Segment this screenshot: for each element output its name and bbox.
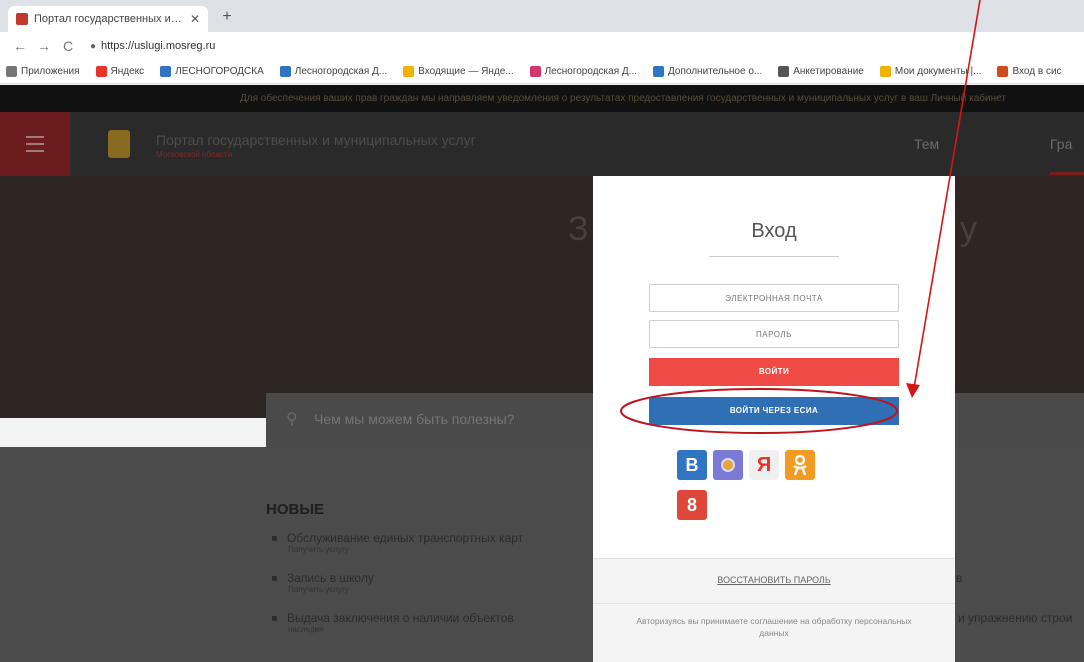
service-fragment: и упражнению строи: [958, 611, 1073, 625]
modal-title: Вход: [751, 220, 797, 242]
bookmark-item[interactable]: Вход в сис: [997, 66, 1062, 77]
bookmark-item[interactable]: Яндекс: [95, 66, 145, 77]
tab-title: Портал государственных и муни: [34, 13, 184, 25]
search-placeholder: Чем мы можем быть полезны?: [314, 411, 515, 427]
notice-banner: Для обеспечения ваших прав граждан мы на…: [0, 85, 1084, 112]
browser-tab[interactable]: Портал государственных и муни ✕: [8, 6, 208, 32]
bookmark-icon: [653, 66, 665, 77]
bookmark-label: Анкетирование: [793, 66, 864, 77]
bookmark-label: Лесногородская Д...: [544, 66, 638, 77]
site-logo[interactable]: [108, 130, 130, 158]
bookmark-label: Яндекс: [110, 66, 145, 77]
bookmark-icon: [997, 66, 1009, 77]
bookmark-icon: [879, 66, 891, 77]
vk-login-icon[interactable]: B: [677, 450, 707, 480]
login-button[interactable]: ВОЙТИ: [649, 358, 899, 386]
bookmark-icon: [279, 66, 291, 77]
nav-link-citizens[interactable]: Гра: [1050, 136, 1072, 152]
service-subtitle: Получить услугу: [288, 585, 349, 594]
menu-button[interactable]: [0, 112, 70, 176]
bookmark-item[interactable]: Лесногородская Д...: [529, 66, 638, 77]
bookmark-item[interactable]: ЛЕСНОГОРОДСКА: [160, 66, 264, 77]
nav-active-indicator: [1050, 172, 1084, 175]
bookmark-label: Вход в сис: [1012, 66, 1062, 77]
email-field[interactable]: [649, 284, 899, 312]
service-fragment: в: [956, 571, 963, 585]
odnoklassniki-login-icon[interactable]: [785, 450, 815, 480]
bookmark-icon: [778, 66, 790, 77]
address-bar[interactable]: ● https://uslugi.mosreg.ru: [90, 40, 215, 52]
agreement-text: Авторизуясь вы принимаете соглашение на …: [636, 616, 912, 638]
mailru-login-icon[interactable]: [713, 450, 743, 480]
esia-login-button[interactable]: ВОЙТИ ЧЕРЕЗ ЕСИА: [649, 397, 899, 425]
forward-arrow-icon[interactable]: →: [34, 38, 54, 54]
bookmark-icon: [160, 66, 172, 77]
bookmark-item[interactable]: Мои документы |...: [879, 66, 982, 77]
service-subtitle: наследия: [288, 625, 324, 634]
list-item[interactable]: Запись в школу Получить услугу: [272, 571, 374, 594]
service-title: Обслуживание единых транспортных карт: [287, 531, 524, 545]
bookmark-icon: [529, 66, 541, 77]
address-bar-url: https://uslugi.mosreg.ru: [101, 40, 216, 52]
hamburger-icon: [26, 136, 44, 138]
hero-heading-right: у: [960, 210, 977, 248]
bullet-icon: [272, 576, 277, 582]
bookmark-item[interactable]: Приложения: [6, 66, 80, 77]
hamburger-icon: [26, 150, 44, 152]
bookmark-label: Входящие — Янде...: [418, 66, 514, 77]
bookmark-label: Лесногородская Д...: [294, 66, 388, 77]
list-item[interactable]: Выдача заключения о наличии объектов нас…: [272, 611, 514, 634]
password-field[interactable]: [649, 320, 899, 348]
bookmarks-bar: Приложения Яндекс ЛЕСНОГОРОДСКА Лесногородс…: [0, 60, 1084, 84]
yandex-login-icon[interactable]: Я: [749, 450, 779, 480]
browser-toolbar: ← → C ● https://uslugi.mosreg.ru: [0, 32, 1084, 60]
bookmark-label: Дополнительное о...: [668, 66, 763, 77]
bookmark-icon: [6, 66, 17, 77]
section-title: НОВЫЕ: [266, 501, 325, 518]
login-modal: Вход ВОЙТИ ВОЙТИ ЧЕРЕЗ ЕСИА B Я 8 ВОССТА…: [593, 176, 955, 662]
search-icon: ⚲: [286, 411, 298, 428]
lock-icon: ●: [90, 40, 97, 52]
service-title: Выдача заключения о наличии объектов: [287, 611, 514, 625]
bookmark-icon: [95, 66, 107, 77]
bookmark-item[interactable]: Входящие — Янде...: [403, 66, 514, 77]
bookmark-item[interactable]: Дополнительное о...: [653, 66, 762, 77]
browser-tab-strip: Портал государственных и муни ✕ +: [0, 0, 1084, 32]
bullet-icon: [272, 536, 277, 542]
bullet-icon: [272, 616, 277, 622]
tab-close-icon[interactable]: ✕: [190, 12, 200, 26]
modal-footer: ВОССТАНОВИТЬ ПАРОЛЬ Авторизуясь вы прини…: [593, 558, 955, 662]
bookmark-item[interactable]: Анкетирование: [778, 66, 864, 77]
service-title: Запись в школу: [287, 571, 374, 585]
hero-heading-left: З: [568, 210, 589, 248]
bookmark-label: ЛЕСНОГОРОДСКА: [175, 66, 264, 77]
divider: [709, 256, 839, 257]
bookmark-item[interactable]: Лесногородская Д...: [279, 66, 388, 77]
site-subtitle: Московской области: [156, 150, 233, 159]
restore-password-link[interactable]: ВОССТАНОВИТЬ ПАРОЛЬ: [593, 575, 955, 585]
new-tab-button[interactable]: +: [216, 6, 238, 28]
hamburger-icon: [26, 143, 44, 145]
list-item[interactable]: Обслуживание единых транспортных карт По…: [272, 531, 523, 554]
reload-icon[interactable]: C: [58, 38, 78, 54]
google-plus-login-icon[interactable]: 8: [677, 490, 707, 520]
bookmark-label: Приложения: [21, 66, 80, 77]
site-favicon-icon: [16, 13, 28, 25]
nav-link-themes[interactable]: Тем: [914, 136, 939, 152]
site-title: Портал государственных и муниципальных у…: [156, 132, 476, 148]
bookmark-label: Мои документы |...: [894, 66, 982, 77]
back-arrow-icon[interactable]: ←: [10, 38, 30, 54]
service-subtitle: Получить услугу: [288, 545, 349, 554]
divider: [593, 603, 955, 604]
site-header: Портал государственных и муниципальных у…: [0, 112, 1084, 176]
bookmark-icon: [403, 66, 415, 77]
